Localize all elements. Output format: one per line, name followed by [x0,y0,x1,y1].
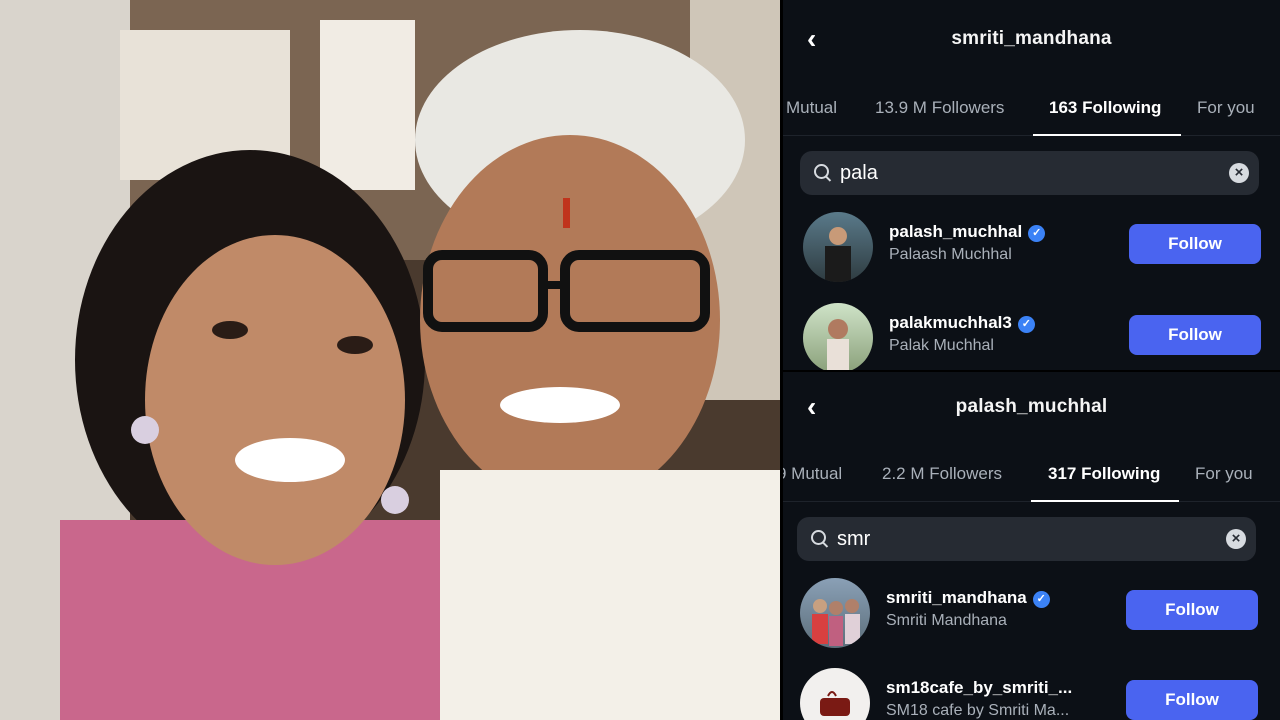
verified-badge-icon: ✓ [1017,316,1035,333]
full-name: Palak Muchhal [889,337,994,354]
profile-following-panel-top: ‹ smriti_mandhana Mutual 13.9 M Follower… [783,0,1280,370]
profile-username-title: palash_muchhal [955,396,1108,417]
full-name: Palaash Muchhal [889,246,1012,263]
clear-search-icon[interactable]: × [1226,529,1246,549]
search-bar[interactable]: × [800,151,1259,195]
profile-following-panel-bottom: ‹ palash_muchhal 9 Mutual 2.2 M Follower… [783,372,1280,720]
list-item[interactable]: palakmuchhal3 ✓ Palak Muchhal Follow [783,299,1280,370]
full-name: SM18 cafe by Smriti Ma... [886,702,1070,719]
clear-search-icon[interactable]: × [1229,163,1249,183]
tab-for-you[interactable]: For you [1197,98,1255,118]
search-bar[interactable]: × [797,517,1256,561]
tab-following[interactable]: 163 Following [1049,98,1161,118]
avatar [803,303,873,370]
profile-username-title: smriti_mandhana [951,28,1112,49]
list-item[interactable]: sm18cafe_by_smriti_... SM18 cafe by Smri… [783,664,1280,720]
username: smriti_mandhana ✓ [886,588,1050,608]
verified-badge-icon: ✓ [1032,591,1050,608]
selfie-photo [0,0,780,720]
header: ‹ smriti_mandhana [783,0,1280,80]
search-icon [814,164,829,179]
username: palakmuchhal3 ✓ [889,313,1035,333]
avatar [803,212,873,282]
list-item[interactable]: palash_muchhal ✓ Palaash Muchhal Follow [783,208,1280,288]
follow-button[interactable]: Follow [1129,315,1261,355]
list-item[interactable]: smriti_mandhana ✓ Smriti Mandhana Follow [783,574,1280,654]
verified-badge-icon: ✓ [1028,225,1046,242]
active-tab-indicator [1033,134,1181,136]
follow-button[interactable]: Follow [1129,224,1261,264]
tab-bar: 9 Mutual 2.2 M Followers 317 Following F… [783,446,1280,502]
tab-mutual[interactable]: Mutual [786,98,837,118]
tab-bar: Mutual 13.9 M Followers 163 Following Fo… [783,80,1280,136]
username: sm18cafe_by_smriti_... [886,678,1073,697]
search-input[interactable] [837,528,1197,551]
photo-illustration [0,0,780,720]
follow-button[interactable]: Follow [1126,590,1258,630]
tab-mutual[interactable]: 9 Mutual [783,464,842,484]
tab-for-you[interactable]: For you [1195,464,1253,484]
username: palash_muchhal ✓ [889,222,1046,242]
active-tab-indicator [1031,500,1179,502]
avatar [800,578,870,648]
full-name: Smriti Mandhana [886,612,1007,629]
tab-followers[interactable]: 2.2 M Followers [882,464,1002,484]
tab-followers[interactable]: 13.9 M Followers [875,98,1004,118]
tab-following[interactable]: 317 Following [1048,464,1160,484]
search-icon [811,530,826,545]
search-input[interactable] [840,162,1200,185]
follow-button[interactable]: Follow [1126,680,1258,720]
header: ‹ palash_muchhal [783,372,1280,446]
avatar [800,668,870,720]
